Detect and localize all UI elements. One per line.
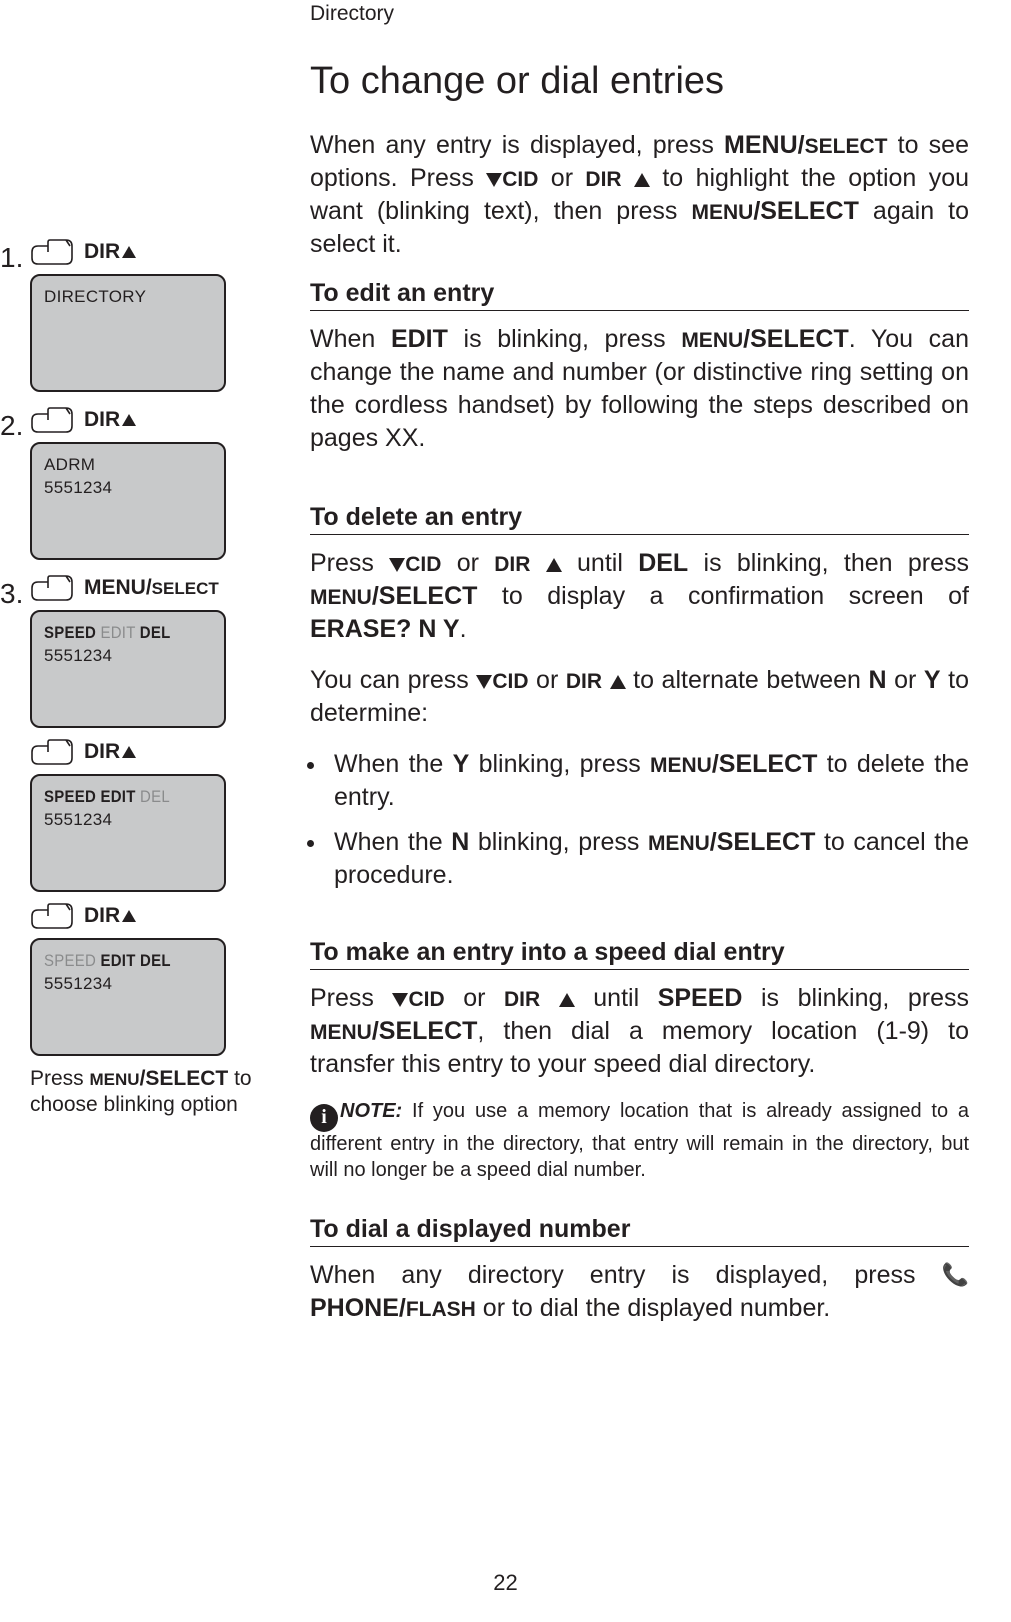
step-2: 2. DIR ADRM 5551234 (0, 406, 280, 560)
screen-line-1: DIRECTORY (44, 286, 212, 309)
lcd-screen: SPEED EDIT DEL 5551234 (30, 938, 226, 1056)
menu-select-button-label: MENU/SELECT (84, 576, 219, 600)
sidebar-steps: 1. DIR DIRECTORY 2. DIR ADRM 5551234 (0, 238, 280, 1133)
dir-button-label: DIR (84, 240, 136, 264)
lcd-screen: ADRM 5551234 (30, 442, 226, 560)
screen-line-1: SPEED EDIT DEL (44, 622, 192, 645)
step-number: 3. (0, 578, 23, 610)
screen-line-2: 5551234 (44, 973, 212, 996)
up-triangle-icon (559, 993, 575, 1007)
up-triangle-icon (610, 675, 626, 689)
screen-line-1: SPEED EDIT DEL (44, 950, 192, 973)
speed-heading: To make an entry into a speed dial entry (310, 938, 969, 970)
dir-button-label: DIR (84, 904, 136, 928)
up-triangle-icon (122, 246, 136, 258)
pointing-hand-icon (30, 238, 74, 266)
down-triangle-icon (486, 173, 502, 187)
menu-select-label: MENU/SELECT (724, 131, 887, 159)
step-3: 3. MENU/SELECT SPEED EDIT DEL 5551234 DI… (0, 574, 280, 1119)
pointing-hand-icon (30, 902, 74, 930)
screen-line-2: 5551234 (44, 645, 212, 668)
info-icon: i (310, 1104, 338, 1132)
edit-body: When EDIT is blinking, press MENU/SELECT… (310, 323, 969, 455)
delete-p1: Press CID or DIR until DEL is blinking, … (310, 547, 969, 646)
page-number: 22 (0, 1570, 1011, 1596)
bullet-item: When the Y blinking, press MENU/SELECT t… (328, 748, 969, 814)
delete-bullets: When the Y blinking, press MENU/SELECT t… (310, 748, 969, 892)
step-number: 1. (0, 242, 23, 274)
bullet-item: When the N blinking, press MENU/SELECT t… (328, 826, 969, 892)
lcd-screen: SPEED EDIT DEL 5551234 (30, 610, 226, 728)
dir-button-label: DIR (84, 740, 136, 764)
down-triangle-icon (389, 558, 405, 572)
delete-heading: To delete an entry (310, 503, 969, 535)
dir-label: DIR (585, 168, 621, 191)
dial-body: When any directory entry is displayed, p… (310, 1259, 969, 1325)
lcd-screen: DIRECTORY (30, 274, 226, 392)
main-content: To change or dial entries When any entry… (310, 60, 969, 1343)
dir-button-label: DIR (84, 408, 136, 432)
dial-heading: To dial a displayed number (310, 1215, 969, 1247)
up-triangle-icon (546, 558, 562, 572)
speed-body: Press CID or DIR until SPEED is blinking… (310, 982, 969, 1081)
page-title: To change or dial entries (310, 60, 969, 103)
menu-select-label: MENU/SELECT (691, 197, 858, 225)
screen-line-2: 5551234 (44, 809, 212, 832)
up-triangle-icon (122, 746, 136, 758)
delete-p2: You can press CID or DIR to alternate be… (310, 664, 969, 730)
down-triangle-icon (392, 993, 408, 1007)
step-1: 1. DIR DIRECTORY (0, 238, 280, 392)
screen-line-1: ADRM (44, 454, 212, 477)
screen-line-1: SPEED EDIT DEL (44, 786, 192, 809)
phone-icon: 📞 (942, 1262, 969, 1287)
intro-paragraph: When any entry is displayed, press MENU/… (310, 129, 969, 261)
edit-heading: To edit an entry (310, 279, 969, 311)
step-number: 2. (0, 410, 23, 442)
down-triangle-icon (476, 675, 492, 689)
up-triangle-icon (122, 414, 136, 426)
sidebar-caption: Press MENU/SELECT to choose blinking opt… (30, 1066, 280, 1119)
pointing-hand-icon (30, 738, 74, 766)
cid-label: CID (502, 168, 538, 191)
lcd-screen: SPEED EDIT DEL 5551234 (30, 774, 226, 892)
speed-note: iNOTE: If you use a memory location that… (310, 1099, 969, 1183)
pointing-hand-icon (30, 574, 74, 602)
up-triangle-icon (634, 173, 650, 187)
text: or (538, 164, 585, 192)
pointing-hand-icon (30, 406, 74, 434)
up-triangle-icon (122, 910, 136, 922)
screen-line-2: 5551234 (44, 477, 212, 500)
section-header: Directory (310, 2, 394, 26)
text: When any entry is displayed, press (310, 131, 724, 159)
